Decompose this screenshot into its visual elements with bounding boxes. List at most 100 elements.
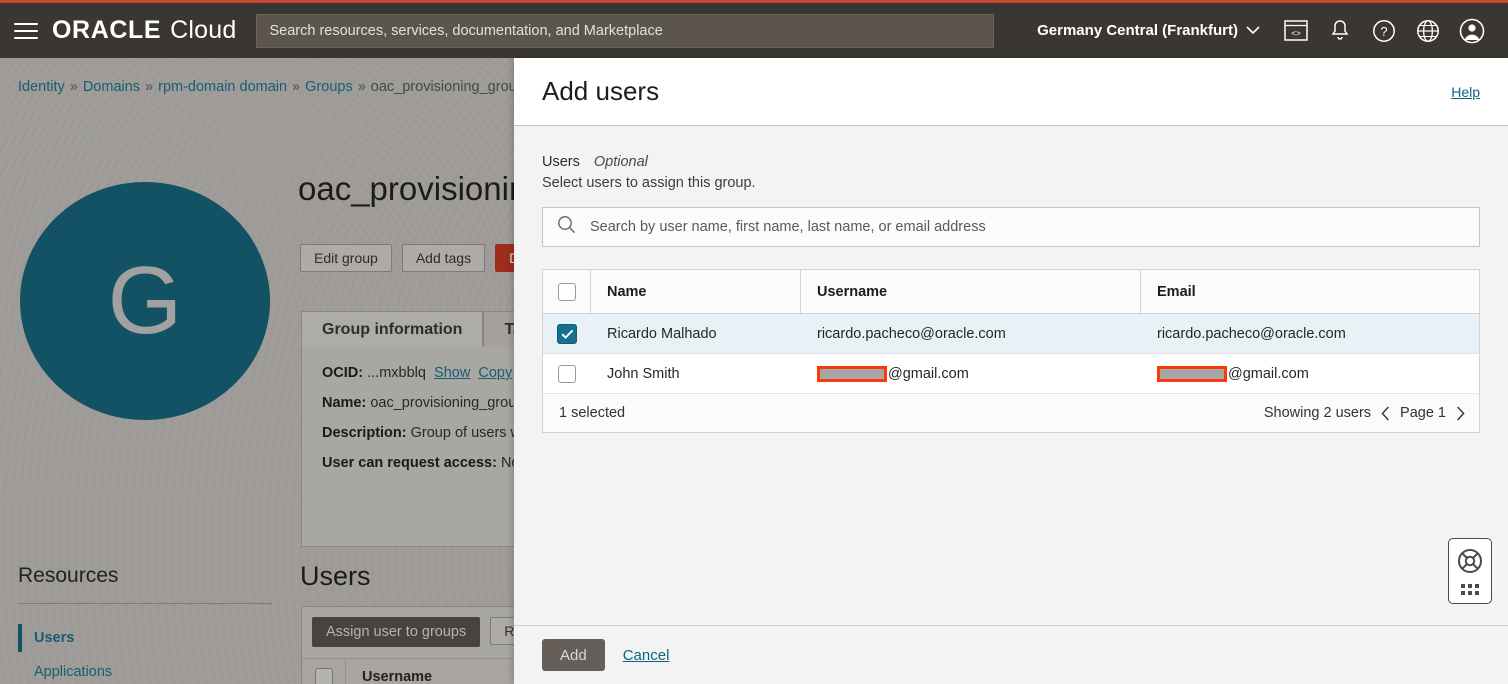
breadcrumb-separator: »: [145, 79, 154, 95]
assign-user-to-groups-button[interactable]: Assign user to groups: [312, 617, 481, 647]
cancel-button[interactable]: Cancel: [623, 647, 670, 664]
ocid-value: ...mxbblq: [367, 365, 426, 381]
tab-group-information[interactable]: Group information: [301, 311, 484, 347]
breadcrumb: Identity» Domains» rpm-domain domain» Group…: [18, 79, 525, 95]
notifications-bell-icon[interactable]: [1318, 2, 1362, 60]
breadcrumb-separator: »: [357, 79, 366, 95]
redaction-box: [817, 365, 887, 382]
select-all-cell: [302, 658, 346, 684]
svg-text:?: ?: [1380, 24, 1387, 39]
users-field-label: Users Optional: [542, 154, 1480, 170]
users-section-heading: Users: [300, 561, 371, 591]
help-link[interactable]: Help: [1451, 84, 1480, 100]
ocid-copy-link[interactable]: Copy: [478, 365, 512, 381]
breadcrumb-item-domains[interactable]: Domains: [83, 79, 140, 95]
page-label: Page 1: [1400, 405, 1446, 421]
request-access-label: User can request access:: [322, 455, 497, 471]
row-checkbox-checked[interactable]: [557, 323, 577, 344]
breadcrumb-separator: »: [69, 79, 78, 95]
table-header-row: Name Username Email: [543, 270, 1479, 314]
lifebuoy-support-icon: [1457, 548, 1483, 579]
select-all-checkbox[interactable]: [314, 668, 333, 684]
redaction-box: [1157, 365, 1227, 382]
panel-footer: Add Cancel: [514, 625, 1508, 684]
svg-text:<>: <>: [1291, 30, 1301, 39]
ocid-label: OCID:: [322, 365, 364, 381]
select-all-cell: [543, 270, 591, 313]
column-header-username: Username: [801, 270, 1141, 313]
column-header-username: Username: [362, 669, 433, 684]
breadcrumb-current: oac_provisioning_group: [370, 79, 525, 95]
add-button[interactable]: Add: [542, 639, 605, 671]
edit-group-button[interactable]: Edit group: [300, 244, 392, 272]
users-selection-table: Name Username Email Ricardo Malhado rica…: [542, 269, 1480, 433]
selected-count: 1 selected: [559, 405, 626, 421]
region-selector-label: Germany Central (Frankfurt): [1037, 22, 1238, 39]
row-select-cell: [543, 314, 591, 353]
sidebar-item-users[interactable]: Users: [18, 624, 74, 652]
cell-email-text: @gmail.com: [1228, 365, 1309, 382]
group-avatar: G: [20, 182, 270, 420]
column-header-email: Email: [1157, 283, 1196, 300]
cloud-shell-icon[interactable]: <>: [1274, 2, 1318, 60]
add-users-panel: Add users Help Users Optional Select user…: [514, 58, 1508, 684]
cell-name: Ricardo Malhado: [607, 325, 717, 342]
users-field-label-text: Users: [542, 154, 580, 170]
divider: [18, 603, 272, 604]
select-all-checkbox[interactable]: [557, 282, 576, 301]
panel-title: Add users: [542, 76, 660, 106]
top-navigation-actions: Germany Central (Frankfurt) <> ?: [1037, 2, 1508, 60]
sidebar-item-applications[interactable]: Applications: [34, 664, 112, 680]
search-icon: [557, 215, 576, 239]
group-avatar-letter: G: [107, 247, 183, 354]
cell-email: @gmail.com: [1141, 354, 1479, 393]
user-search-placeholder: Search by user name, first name, last na…: [590, 219, 986, 235]
row-select-cell: [543, 354, 591, 393]
oracle-wordmark: ORACLE: [52, 16, 162, 44]
table-footer-right: Showing 2 users Page 1: [1264, 405, 1465, 421]
global-search-input[interactable]: Search resources, services, documentatio…: [256, 13, 995, 48]
drag-handle-dots-icon[interactable]: [1460, 583, 1480, 595]
support-widget[interactable]: [1448, 538, 1492, 604]
breadcrumb-item-groups[interactable]: Groups: [305, 79, 353, 95]
cell-username: @gmail.com: [801, 354, 1141, 393]
chevron-down-icon: [1246, 22, 1260, 39]
add-tags-button[interactable]: Add tags: [401, 244, 486, 272]
oracle-cloud-logo[interactable]: ORACLE Cloud: [52, 16, 236, 45]
row-checkbox[interactable]: [558, 364, 576, 383]
users-field-optional: Optional: [593, 154, 648, 170]
sidebar-item-label: Users: [34, 630, 75, 646]
description-label: Description:: [322, 425, 407, 441]
resources-heading: Resources: [18, 564, 119, 587]
help-question-icon[interactable]: ?: [1362, 2, 1406, 60]
breadcrumb-item-identity[interactable]: Identity: [18, 79, 65, 95]
global-search-placeholder: Search resources, services, documentatio…: [269, 22, 663, 39]
region-selector[interactable]: Germany Central (Frankfurt): [1037, 22, 1260, 39]
table-row[interactable]: John Smith @gmail.com @gmail.com: [543, 354, 1479, 394]
description-value: Group of users w: [410, 425, 522, 441]
user-profile-icon[interactable]: [1450, 2, 1494, 60]
hamburger-menu-icon[interactable]: [0, 2, 52, 60]
showing-count: Showing 2 users: [1263, 405, 1372, 421]
language-globe-icon[interactable]: [1406, 2, 1450, 60]
breadcrumb-separator: »: [292, 79, 301, 95]
panel-body: Users Optional Select users to assign thi…: [514, 126, 1508, 625]
breadcrumb-item-rpm-domain[interactable]: rpm-domain domain: [158, 79, 287, 95]
sidebar-item-label: Applications: [34, 664, 113, 680]
panel-header: Add users Help: [514, 58, 1508, 126]
name-value: oac_provisioning_group: [370, 395, 525, 411]
cloud-wordmark: Cloud: [170, 16, 237, 44]
global-top-navigation: ORACLE Cloud Search resources, services,…: [0, 0, 1508, 58]
users-field-description: Select users to assign this group.: [542, 175, 756, 191]
column-header-name: Name: [591, 270, 801, 313]
table-footer: 1 selected Showing 2 users Page 1: [543, 394, 1479, 432]
chevron-right-icon[interactable]: [1456, 406, 1465, 421]
cell-username: ricardo.pacheco@oracle.com: [817, 325, 1006, 342]
name-label: Name:: [322, 395, 367, 411]
chevron-left-icon[interactable]: [1381, 406, 1390, 421]
cell-name: John Smith: [607, 365, 680, 382]
pagination: Page 1: [1381, 405, 1465, 421]
ocid-show-link[interactable]: Show: [434, 365, 470, 381]
user-search-input[interactable]: Search by user name, first name, last na…: [542, 207, 1480, 247]
table-row[interactable]: Ricardo Malhado ricardo.pacheco@oracle.c…: [543, 314, 1479, 354]
